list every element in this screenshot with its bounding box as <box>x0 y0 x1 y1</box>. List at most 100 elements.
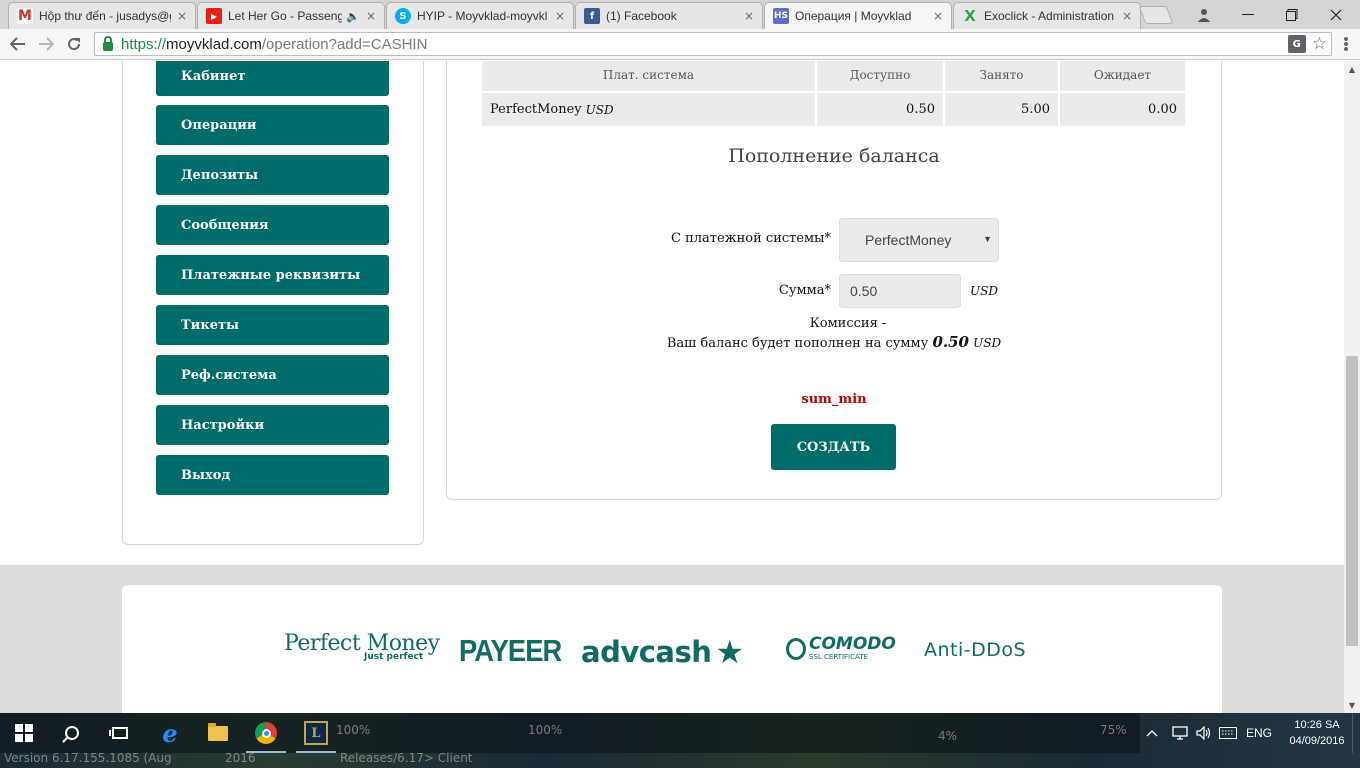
taskbar-league-of-legends[interactable]: L <box>292 713 340 753</box>
keyboard-icon[interactable] <box>1219 713 1237 753</box>
close-window-button[interactable] <box>1314 0 1358 29</box>
reload-button[interactable] <box>62 33 86 55</box>
bookmark-star-icon[interactable]: ☆ <box>1312 34 1327 54</box>
tab-moyvklad[interactable]: HS Операция | Moyvklad × <box>764 2 952 29</box>
language-indicator[interactable]: ENG <box>1246 713 1272 753</box>
background-game-text: 4% <box>938 729 958 743</box>
sum-input[interactable]: 0.50 <box>839 274 961 308</box>
chrome-icon <box>255 722 277 744</box>
league-of-legends-icon: L <box>304 721 328 745</box>
table-cell-available: 0.50 <box>817 93 943 126</box>
background-game-text: 2016 <box>225 751 256 765</box>
url-scheme: https:// <box>121 35 167 53</box>
result-unit: USD <box>973 336 1002 350</box>
lock-icon <box>103 35 113 51</box>
anti-ddos-logo: Anti-DDoS <box>924 639 1027 661</box>
user-profile-icon[interactable] <box>1182 0 1226 29</box>
url-path: /operation?add=CASHIN <box>261 35 428 53</box>
network-icon[interactable] <box>1172 713 1188 753</box>
sidebar-item-messages[interactable]: Сообщения <box>156 205 389 245</box>
sidebar-item-deposits[interactable]: Депозиты <box>156 155 389 195</box>
background-game-text: Releases/6.17> Client <box>340 751 473 765</box>
create-button[interactable]: СОЗДАТЬ <box>771 424 896 470</box>
close-icon[interactable]: × <box>364 9 378 23</box>
tab-label: Let Her Go - Passenge <box>228 9 343 23</box>
close-icon[interactable]: × <box>1120 9 1134 23</box>
forward-button[interactable] <box>34 33 58 55</box>
sidebar-item-referral[interactable]: Реф.система <box>156 355 389 395</box>
new-tab-button[interactable] <box>1138 6 1174 24</box>
browser-toolbar: https://moyvklad.com/operation?add=CASHI… <box>0 29 1360 60</box>
dropdown-arrow-icon: ▼ <box>983 234 992 244</box>
minimize-button[interactable] <box>1226 0 1270 29</box>
back-button[interactable] <box>6 33 30 55</box>
tab-skype[interactable]: S HYIP - Moyvklad-moyvkl × <box>386 2 574 29</box>
search-button[interactable] <box>48 713 96 753</box>
result-line: Ваш баланс будет пополнен на сумму 0.50 … <box>446 333 1222 351</box>
advcash-logo-text: advcash <box>581 635 712 669</box>
scroll-down-arrow-icon[interactable]: ▼ <box>1344 697 1360 713</box>
tab-label: (1) Facebook <box>606 9 677 23</box>
background-game-text: 75% <box>1100 723 1127 737</box>
speaker-icon[interactable]: 🔈 <box>346 10 360 23</box>
perfect-money-tagline: Just perfect <box>364 652 424 662</box>
taskbar-clock[interactable]: 10:26 SA 04/09/2016 <box>1282 717 1352 749</box>
sidebar-item-settings[interactable]: Настройки <box>156 405 389 445</box>
close-icon[interactable]: × <box>175 9 189 23</box>
taskbar-file-explorer[interactable] <box>194 713 242 753</box>
show-desktop-button[interactable] <box>1352 713 1360 753</box>
sidebar-item-cabinet[interactable]: Кабинет <box>156 61 389 96</box>
tab-label: Hộp thư đến - jusadys@g <box>39 9 171 23</box>
taskbar-edge[interactable]: e <box>146 713 194 753</box>
tab-youtube[interactable]: ▶ Let Her Go - Passenge 🔈 × <box>197 2 385 29</box>
table-header-system: Плат. система <box>482 61 815 91</box>
address-bar[interactable]: https://moyvklad.com/operation?add=CASHI… <box>94 32 1332 56</box>
system-name: PerfectMoney <box>490 102 582 117</box>
scroll-up-arrow-icon[interactable]: ▲ <box>1344 61 1360 77</box>
payment-system-label: С платежной системы* <box>671 231 831 246</box>
comodo-logo-text: COMODO <box>809 634 896 654</box>
sidebar-item-operations[interactable]: Операции <box>156 105 389 145</box>
result-amount: 0.50 <box>932 333 969 351</box>
taskbar-chrome[interactable] <box>242 713 290 753</box>
comodo-logo: COMODO SSL CERTIFICATE <box>786 636 896 661</box>
task-view-icon <box>109 727 128 739</box>
advcash-logo: advcash ★ <box>581 633 744 671</box>
commission-label: Комиссия - <box>809 316 887 331</box>
scroll-thumb[interactable] <box>1346 356 1358 646</box>
sidebar-item-tickets[interactable]: Тикеты <box>156 305 389 345</box>
tab-label: Операция | Moyvklad <box>795 9 912 23</box>
table-cell-pending: 0.00 <box>1060 93 1185 126</box>
exoclick-icon: X <box>964 7 976 25</box>
tab-facebook[interactable]: f (1) Facebook × <box>575 2 763 29</box>
close-icon[interactable]: × <box>553 9 567 23</box>
close-icon[interactable]: × <box>742 9 756 23</box>
url-text: https://moyvklad.com/operation?add=CASHI… <box>121 36 427 53</box>
background-game-text: 100% <box>528 723 563 737</box>
payment-system-value: PerfectMoney <box>865 232 952 248</box>
start-button[interactable] <box>0 713 48 753</box>
omnibox-actions: G ☆ <box>1287 34 1327 54</box>
skype-icon: S <box>395 8 411 24</box>
url-host: moyvklad.com <box>166 35 262 53</box>
task-view-button[interactable] <box>96 713 144 753</box>
youtube-icon: ▶ <box>206 8 222 24</box>
sidebar-item-logout[interactable]: Выход <box>156 455 389 495</box>
sum-unit: USD <box>970 284 998 298</box>
tab-gmail[interactable]: M Hộp thư đến - jusadys@g × <box>8 2 196 29</box>
table-header-pending: Ожидает <box>1060 61 1185 91</box>
tray-show-hidden[interactable] <box>1146 713 1158 753</box>
advcash-star-icon: ★ <box>715 633 744 671</box>
tab-label: Exoclick - Administration <box>984 9 1115 23</box>
payment-system-select[interactable]: PerfectMoney ▼ <box>839 218 999 262</box>
tab-exoclick[interactable]: X Exoclick - Administration × <box>953 2 1141 29</box>
translate-icon[interactable]: G <box>1287 35 1306 53</box>
windows-taskbar: Version 6.17.155.1085 (Aug 2016 Releases… <box>0 713 1360 768</box>
page-scrollbar[interactable]: ▲ ▼ <box>1344 61 1360 713</box>
browser-menu-icon[interactable] <box>1338 35 1354 53</box>
sidebar-item-payment-details[interactable]: Платежные реквизиты <box>156 255 389 295</box>
volume-icon[interactable] <box>1196 713 1212 753</box>
payeer-logo: PAYEER <box>459 633 562 668</box>
close-icon[interactable]: × <box>931 9 945 23</box>
maximize-button[interactable] <box>1270 0 1314 29</box>
